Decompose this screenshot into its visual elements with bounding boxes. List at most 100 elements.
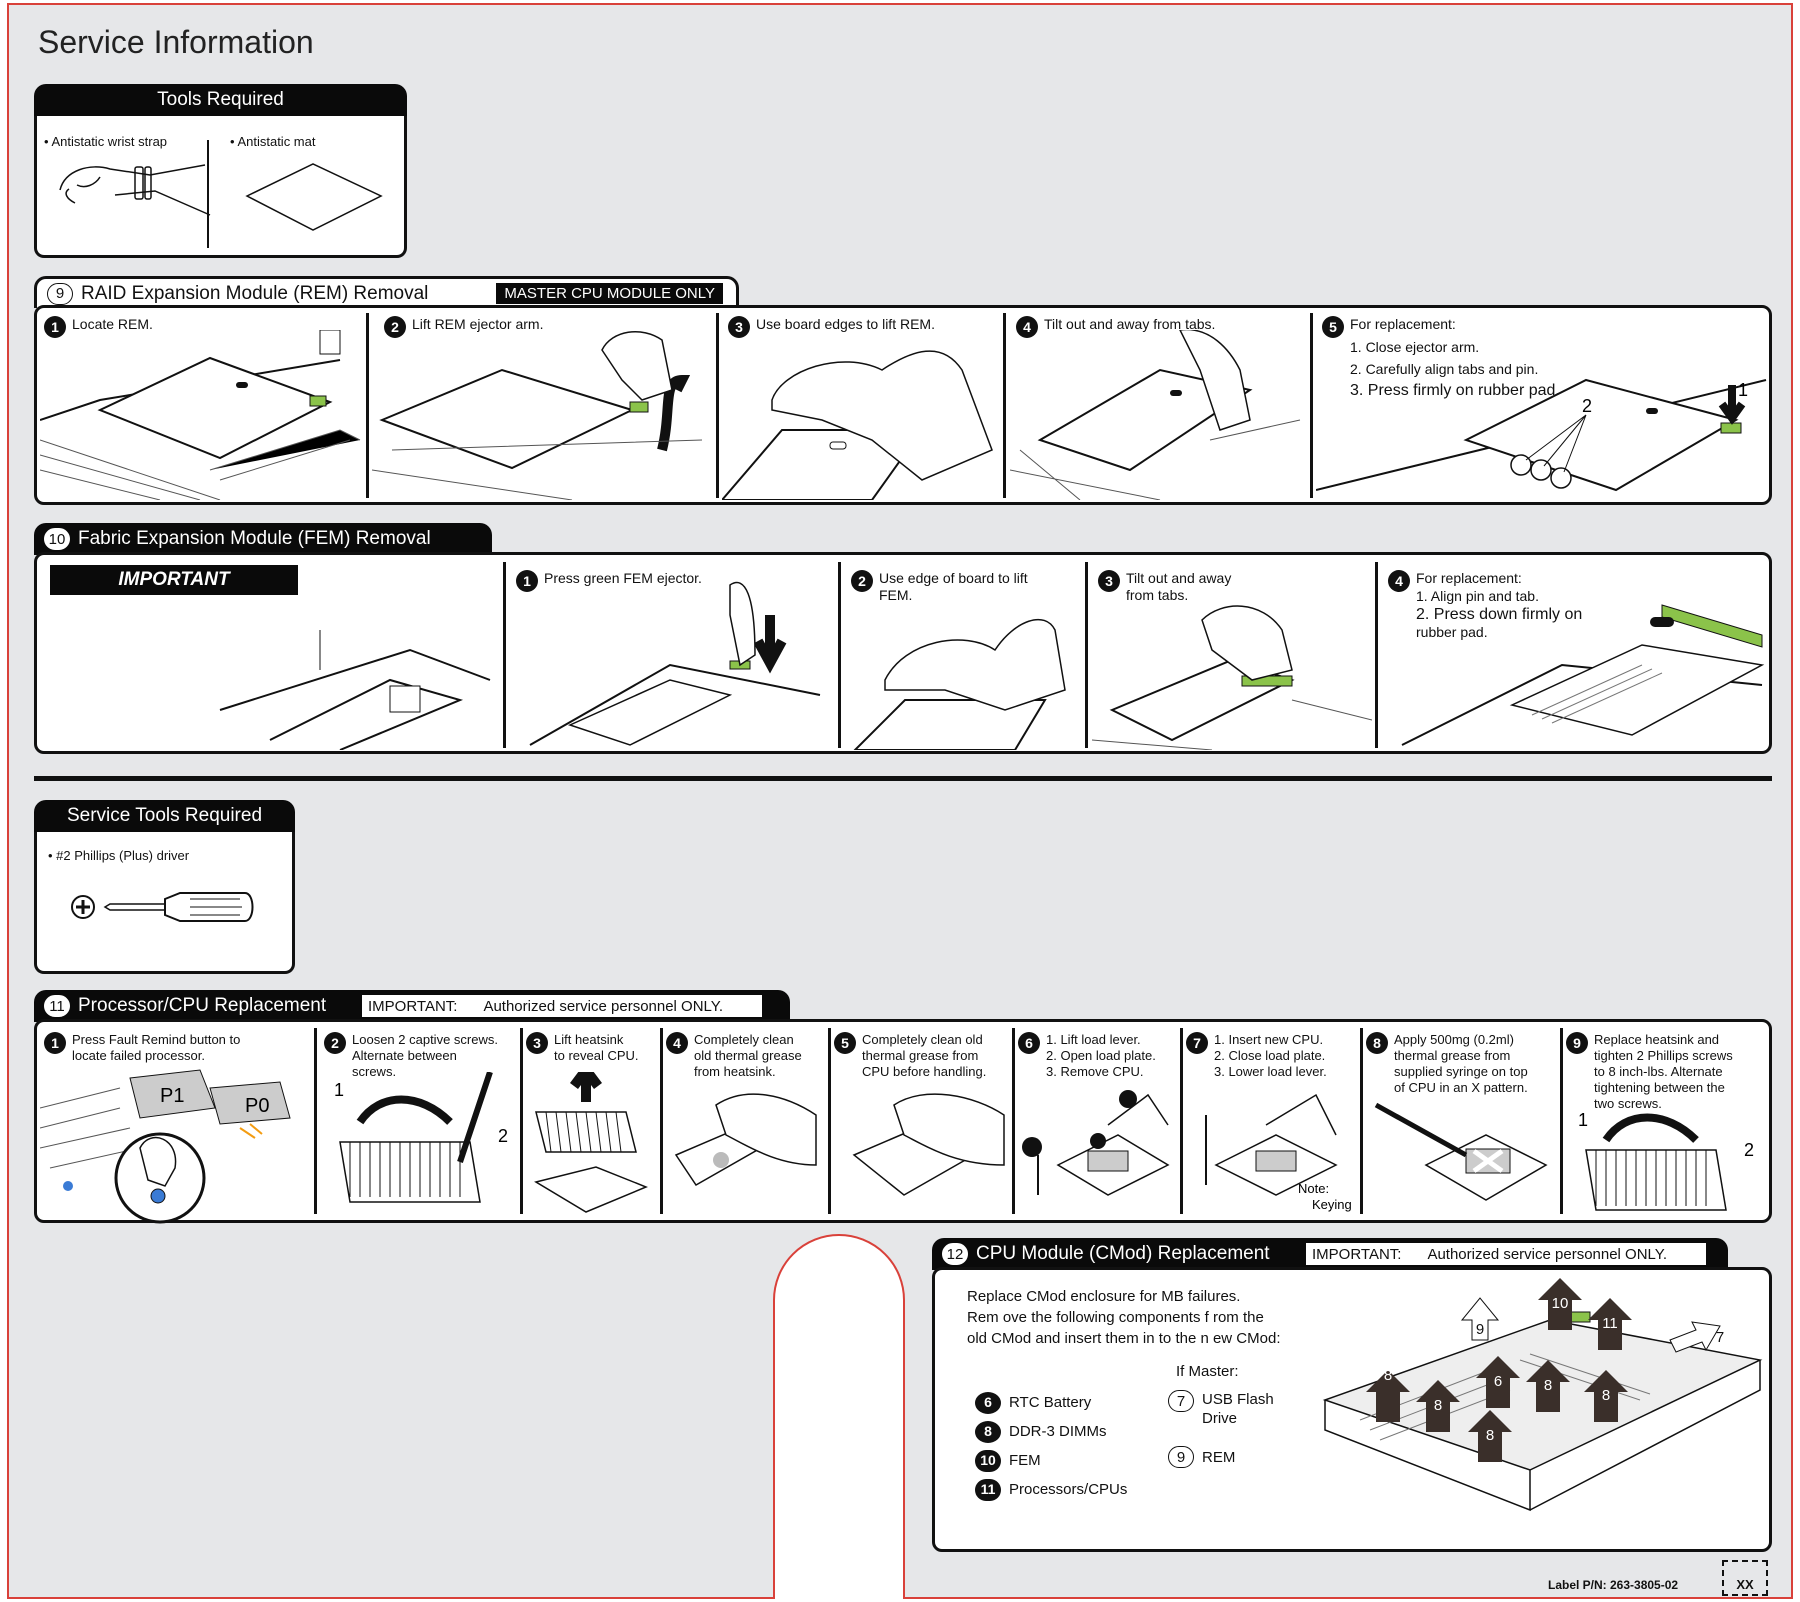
rem-callout-1: 1 [1738,380,1748,400]
cpu-step-9: 9 Replace heatsink and tighten 2 Phillips … [1566,1032,1733,1112]
cmod-arrow-label-10: 10 [1552,1295,1569,1312]
cmod-master-rem: 9 REM [1168,1446,1235,1468]
cpu-sep-3 [660,1028,663,1214]
cmod-arrow-label-8b: 8 [1434,1397,1442,1414]
cpu-step-5-line-3: CPU before handling. [862,1064,987,1079]
cpu-step-7: 7 1. Insert new CPU. 2. Close load plate. 3… [1186,1032,1327,1080]
rem-sep-3 [1003,313,1006,498]
cpu-num-badge: 11 [44,995,70,1017]
cpu-sep-1 [314,1028,317,1214]
cpu-important-label: IMPORTANT: [368,997,458,1015]
cpu-step-1-num: 1 [44,1032,66,1054]
cpu-sep-7 [1360,1028,1363,1214]
cmod-component-dimms: 8 DDR-3 DIMMs [975,1417,1127,1446]
cpu-step-7-num: 7 [1186,1032,1208,1054]
cpu-step-9-line-1: Replace heatsink and [1594,1032,1720,1047]
tool-antistatic-mat: • Antistatic mat [230,134,316,149]
cmod-component-fem: 10 FEM [975,1446,1127,1475]
rem-sep-4 [1310,313,1313,498]
cmod-intro: Replace CMod enclosure for MB failures. … [967,1286,1281,1349]
cpu-sep-2 [520,1028,523,1214]
rem-lift-board-illustration [722,350,993,500]
cpu-loosen-screws-illustration: 1 2 [334,1072,508,1203]
cpu-step-6-line-3: 3. Remove CPU. [1046,1064,1144,1079]
cmod-master-usb-num: 7 [1168,1390,1194,1412]
cpu-step-9-line-2: tighten 2 Phillips screws [1594,1048,1733,1063]
cpu-step-6: 6 1. Lift load lever. 2. Open load plate. 3… [1018,1032,1156,1080]
cpu-sep-4 [828,1028,831,1214]
cmod-master-rem-num: 9 [1168,1446,1194,1468]
cpu-clean-cpu-illustration [852,1093,1005,1196]
cmod-arrow-label-6: 6 [1494,1373,1502,1390]
cpu-important-bar: IMPORTANT: Authorized service personnel … [362,995,762,1017]
tools-title-text: Tools Required [157,89,284,110]
rem-lift-ejector-illustration [372,331,703,500]
cmod-component-rtc-num: 6 [975,1391,1001,1414]
fem-important-label: IMPORTANT [50,565,298,595]
cpu-step-1-line-1: Press Fault Remind button to [72,1032,241,1047]
cpu-step-4-line-2: old thermal grease [694,1048,802,1063]
fem-press-ejector-illustration [529,581,821,746]
cpu-apply-grease-illustration [1374,1102,1548,1201]
cpu-step-3-num: 3 [526,1032,548,1054]
cpu-step-6-line-1: 1. Lift load lever. [1046,1032,1141,1047]
rem-num-badge: 9 [47,282,73,305]
cmod-component-fem-label: FEM [1009,1452,1041,1469]
cmod-arrow-label-8c: 8 [1486,1427,1494,1444]
label-code-box: XX [1722,1560,1768,1596]
cpu-step-5-num: 5 [834,1032,856,1054]
antistatic-mat-icon [245,163,383,231]
rem-locate-illustration [40,330,361,500]
cmod-arrow-label-11: 11 [1602,1315,1618,1332]
label-part-number: Label P/N: 263-3805-02 [1548,1578,1679,1592]
cpu-step-2-callout-1: 1 [334,1080,344,1100]
cpu-step-4-num: 4 [666,1032,688,1054]
section-divider [34,776,1772,781]
service-tool-item: • #2 Phillips (Plus) driver [48,848,190,863]
cmod-component-dimms-label: DDR-3 DIMMs [1009,1423,1107,1440]
rem-sep-2 [716,313,719,498]
cmod-important-label: IMPORTANT: [1312,1245,1402,1263]
page-title: Service Information [38,24,314,60]
cmod-master-usb-label-2: Drive [1202,1410,1238,1427]
phillips-driver-icon [71,892,254,922]
fem-section-title: 10 Fabric Expansion Module (FEM) Removal [34,523,492,555]
cmod-if-master: If Master: [1176,1363,1239,1380]
rem-section-title: 9 RAID Expansion Module (REM) Removal MA… [34,276,739,308]
cmod-important-text: Authorized service personnel ONLY. [1427,1245,1668,1263]
cpu-step-7-line-2: 2. Close load plate. [1214,1048,1326,1063]
fem-step-4-num: 4 [1388,570,1410,592]
cmod-master-rem-label: REM [1202,1448,1236,1466]
fem-step-2-num: 2 [851,570,873,592]
fem-sep-2 [838,562,841,748]
cmod-intro-line-3: old CMod and insert them in to the n ew … [967,1330,1281,1347]
cpu-step-9-callout-2: 2 [1744,1140,1754,1160]
rem-master-badge: MASTER CPU MODULE ONLY [496,283,723,304]
cmod-master-usb: 7 USB Flash Drive [1168,1390,1274,1428]
rem-tilt-illustration [1010,330,1301,500]
cmod-component-list: 6 RTC Battery 8 DDR-3 DIMMs 10 FEM 11 Proces… [975,1388,1127,1504]
cpu-note-label: Note: [1298,1181,1329,1196]
fem-sep-4 [1375,562,1378,748]
cmod-intro-line-2: Rem ove the following components f rom t… [967,1309,1264,1326]
fem-replace-illustration [1401,604,1765,746]
fem-tilt-illustration [1092,605,1372,750]
cmod-component-cpus-num: 11 [975,1478,1001,1501]
fem-lift-board-illustration [853,619,1066,750]
cmod-enclosure-illustration: 8 8 8 8 8 6 10 11 9 7 [1322,1278,1763,1512]
cpu-step-5-line-1: Completely clean old [862,1032,983,1047]
cpu-step-9-callout-1: 1 [1578,1110,1588,1130]
cpu-sep-5 [1012,1028,1015,1214]
cpu-fault-button-illustration: P1 P0 [40,1069,291,1224]
fem-sep-3 [1085,562,1088,748]
cpu-step-3: 3 Lift heatsink to reveal CPU. [526,1032,639,1064]
cpu-step-3-line-2: to reveal CPU. [554,1048,639,1063]
tool-wrist-strap: • Antistatic wrist strap [44,134,168,149]
rem-replace-illustration: 2 1 [1316,378,1767,492]
cpu-lift-heatsink-illustration [534,1072,648,1213]
fem-step-3-num: 3 [1098,570,1120,592]
cpu-step-4: 4 Completely clean old thermal grease from … [666,1032,802,1080]
cmod-component-dimms-num: 8 [975,1420,1001,1443]
cpu-label-p1: P1 [160,1085,184,1107]
cpu-step-4-line-1: Completely clean [694,1032,794,1047]
